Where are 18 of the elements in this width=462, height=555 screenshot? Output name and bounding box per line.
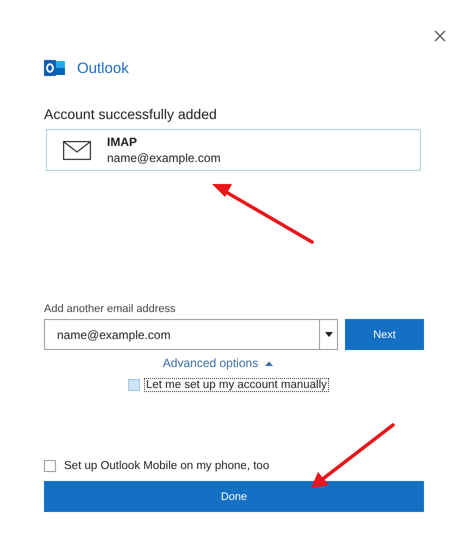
heading: Account successfully added [44, 106, 218, 122]
dropdown-caret-icon[interactable] [319, 319, 338, 350]
checkbox[interactable] [128, 379, 140, 391]
close-icon[interactable] [434, 30, 446, 42]
advanced-options-toggle[interactable]: Advanced options [162, 356, 274, 370]
done-button[interactable]: Done [44, 481, 424, 512]
field-label: Add another email address [44, 303, 176, 315]
next-button[interactable]: Next [345, 319, 424, 350]
app-name: Outlook [77, 60, 129, 76]
checkbox-label[interactable]: Set up Outlook Mobile on my phone, too [62, 459, 272, 473]
checkbox[interactable] [44, 460, 56, 472]
account-email: name@example.com [107, 151, 221, 165]
account-type: IMAP [107, 135, 138, 149]
email-field[interactable]: name@example.com [44, 319, 319, 350]
outlook-logo-icon [44, 59, 65, 77]
checkbox-label[interactable]: Let me set up my account manually [144, 378, 329, 392]
caret-icon [265, 360, 274, 366]
envelope-icon [63, 140, 91, 160]
